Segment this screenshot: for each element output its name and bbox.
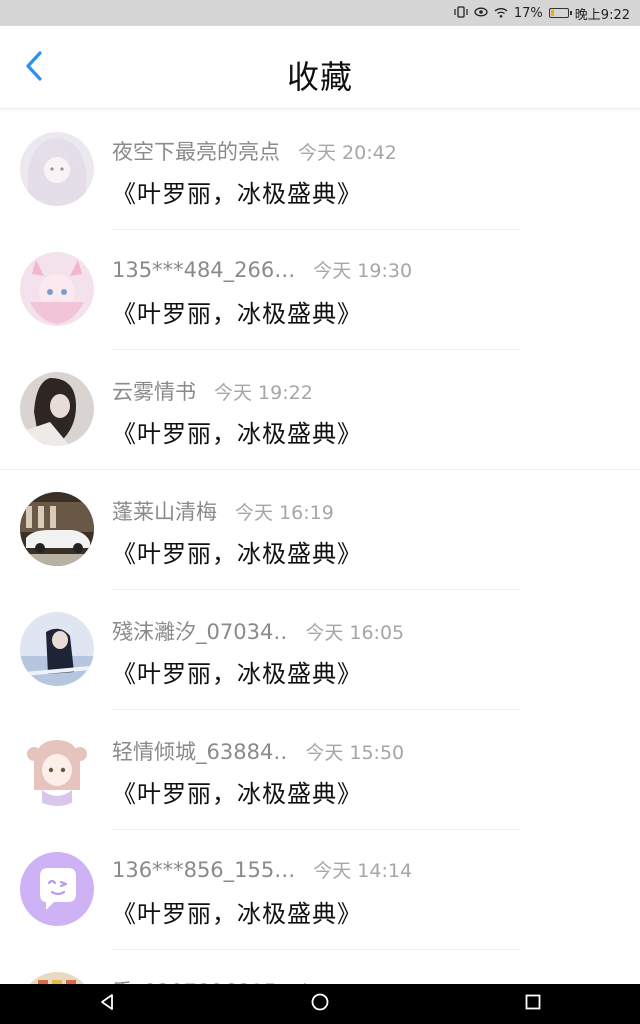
favorites-list: 夜空下最亮的亮点 今天 20:42 《叶罗丽，冰极盛典》 135***484_2…: [0, 110, 640, 990]
username[interactable]: 轻情倾城_63884‥: [112, 736, 287, 766]
list-item[interactable]: 轻情倾城_63884‥ 今天 15:50 《叶罗丽，冰极盛典》: [0, 710, 640, 830]
timestamp: 今天 16:19: [235, 502, 334, 524]
avatar[interactable]: [20, 252, 94, 326]
timestamp: 今天 14:14: [313, 860, 413, 882]
list-item[interactable]: 蓬莱山清梅 今天 16:19 《叶罗丽，冰极盛典》: [0, 470, 640, 590]
clock: 晚上9:22: [574, 7, 630, 23]
circle-home-icon: [311, 993, 329, 1015]
timestamp: 今天 19:30: [313, 260, 413, 282]
nav-home-button[interactable]: [300, 984, 340, 1024]
favorite-title[interactable]: 《叶罗丽，冰极盛典》: [112, 174, 362, 209]
favorite-title[interactable]: 《叶罗丽，冰极盛典》: [112, 534, 362, 569]
timestamp: 今天 16:05: [305, 622, 405, 644]
favorite-title[interactable]: 《叶罗丽，冰极盛典》: [112, 294, 362, 329]
eye-icon: [474, 7, 488, 19]
battery-percent: 17%: [513, 5, 543, 21]
username[interactable]: 夜空下最亮的亮点: [112, 136, 280, 166]
wifi-icon: [494, 7, 508, 20]
avatar[interactable]: [20, 612, 94, 686]
favorite-title[interactable]: 《叶罗丽，冰极盛典》: [112, 414, 362, 449]
avatar[interactable]: [20, 372, 94, 446]
timestamp: 今天 19:22: [214, 382, 313, 404]
navigation-bar: [0, 984, 640, 1024]
timestamp: 今天 20:42: [298, 142, 397, 164]
nav-back-button[interactable]: [87, 984, 127, 1024]
app-header: 收藏: [0, 26, 640, 109]
vibrate-icon: [454, 6, 468, 20]
avatar[interactable]: [20, 132, 94, 206]
timestamp: 今天 15:50: [305, 742, 405, 764]
triangle-back-icon: [99, 993, 115, 1015]
nav-recents-button[interactable]: [513, 984, 553, 1024]
username[interactable]: 135***484_266…: [112, 258, 295, 282]
list-item[interactable]: 136***856_155… 今天 14:14 《叶罗丽，冰极盛典》: [0, 830, 640, 950]
status-bar: 17% 晚上9:22: [0, 0, 640, 26]
favorite-title[interactable]: 《叶罗丽，冰极盛典》: [112, 774, 362, 809]
favorite-title[interactable]: 《叶罗丽，冰极盛典》: [112, 894, 362, 929]
list-item[interactable]: 云雾情书 今天 19:22 《叶罗丽，冰极盛典》: [0, 350, 640, 470]
username[interactable]: 殘沫灕汐_07034‥: [112, 616, 287, 646]
page-title: 收藏: [286, 58, 353, 96]
username[interactable]: 蓬莱山清梅: [112, 496, 217, 526]
square-recents-icon: [525, 994, 541, 1014]
list-item[interactable]: 殘沫灕汐_07034‥ 今天 16:05 《叶罗丽，冰极盛典》: [0, 590, 640, 710]
favorite-title[interactable]: 《叶罗丽，冰极盛典》: [112, 654, 362, 689]
username[interactable]: 云雾情书: [112, 376, 196, 406]
avatar[interactable]: [20, 732, 94, 806]
avatar[interactable]: [20, 492, 94, 566]
battery-icon: [548, 8, 572, 18]
avatar[interactable]: [20, 852, 94, 926]
list-item[interactable]: 夜空下最亮的亮点 今天 20:42 《叶罗丽，冰极盛典》: [0, 110, 640, 230]
username[interactable]: 136***856_155…: [112, 858, 295, 882]
list-item[interactable]: 135***484_266… 今天 19:30 《叶罗丽，冰极盛典》: [0, 230, 640, 350]
